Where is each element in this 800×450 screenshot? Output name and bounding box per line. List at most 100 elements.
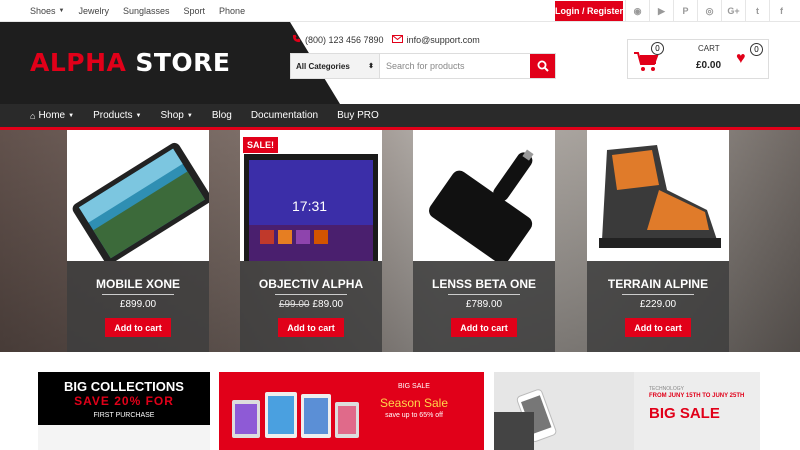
banner-dates: FROM JUNY 15TH TO JUNY 25TH <box>649 393 745 399</box>
product-card[interactable]: MOBILE XONE £899.00 Add to cart <box>67 130 209 352</box>
chevron-down-icon: ▼ <box>186 112 193 119</box>
product-price: £899.00 <box>67 299 209 310</box>
reddit-icon[interactable]: ◉ <box>625 0 649 22</box>
search-button[interactable] <box>530 54 555 78</box>
promo-banner-big-sale[interactable]: TECHNOLOGY FROM JUNY 15TH TO JUNY 25TH B… <box>494 372 760 450</box>
main-nav-list: ⌂ Home ▼ Products ▼ Shop ▼ Blog Documentatio… <box>30 104 398 127</box>
banner-phone-image <box>494 372 634 450</box>
logo-accent-text: ALPHA <box>30 48 127 77</box>
banner-title: BIG SALE <box>649 405 720 422</box>
product-card[interactable]: LENSS BETA ONE £789.00 Add to cart <box>413 130 555 352</box>
search-bar: All Categories ⬍ <box>290 53 556 79</box>
banner-kicker: BIG SALE <box>398 383 430 390</box>
contact-info: (800) 123 456 7890 info@support.com <box>292 34 480 45</box>
chevron-down-icon: ▼ <box>58 8 65 14</box>
top-bar: Shoes ▼ Jewelry Sunglasses Sport Phone Lo… <box>0 0 800 22</box>
clock-text: 17:31 <box>292 198 328 214</box>
banner-title: BIG COLLECTIONS <box>64 379 184 394</box>
nav-item-label: Blog <box>211 110 232 121</box>
wishlist-count-badge: 0 <box>750 43 763 56</box>
banner-subtitle: save up to 65% off <box>385 412 443 419</box>
top-nav-label: Phone <box>219 6 246 16</box>
login-register-button[interactable]: Login / Register <box>555 1 623 21</box>
nav-item-label: Products <box>93 110 133 121</box>
product-card[interactable]: SALE! OBJECTIV ALPHA £99.00 £89.00 Add to… <box>240 130 382 352</box>
product-image[interactable] <box>587 130 729 261</box>
top-nav-shoes[interactable]: Shoes ▼ <box>30 6 64 16</box>
promo-banner-collections[interactable]: BIG COLLECTIONS SAVE 20% FOR FIRST PURCH… <box>38 372 210 450</box>
price-current: £789.00 <box>465 299 503 310</box>
price-current: £89.00 <box>312 299 344 310</box>
sale-badge: SALE! <box>243 137 278 153</box>
nav-item-products[interactable]: Products ▼ <box>93 110 141 121</box>
cart-total: £0.00 <box>696 60 722 71</box>
banner-offer: SAVE 20% FOR <box>74 394 174 408</box>
nav-item-label: Shop <box>160 110 184 121</box>
facebook-icon[interactable]: f <box>769 0 793 22</box>
page: Shoes ▼ Jewelry Sunglasses Sport Phone Lo… <box>0 0 800 450</box>
cart-label: CART <box>698 44 720 53</box>
nav-item-shop[interactable]: Shop ▼ <box>161 110 193 121</box>
chevron-down-icon: ▼ <box>135 112 142 119</box>
logo-main-text: STORE <box>135 48 231 77</box>
top-nav-sunglasses[interactable]: Sunglasses <box>123 6 170 16</box>
chevron-down-icon: ▼ <box>68 112 75 119</box>
hero-product-carousel: MOBILE XONE £899.00 Add to cart SALE! OB… <box>0 130 800 352</box>
email-address[interactable]: info@support.com <box>407 35 480 45</box>
product-price: £789.00 <box>413 299 555 310</box>
main-nav: ⌂ Home ▼ Products ▼ Shop ▼ Blog Documentatio… <box>0 104 800 130</box>
product-name[interactable]: LENSS BETA ONE <box>413 277 555 291</box>
search-icon <box>537 60 549 72</box>
site-logo[interactable]: ALPHA STORE <box>30 48 231 77</box>
nav-item-home[interactable]: ⌂ Home ▼ <box>30 110 74 121</box>
product-name[interactable]: TERRAIN ALPINE <box>587 277 729 291</box>
top-nav-label: Jewelry <box>78 6 109 16</box>
banner-title: Season Sale <box>379 396 449 410</box>
product-name[interactable]: OBJECTIV ALPHA <box>240 277 382 291</box>
product-image[interactable] <box>413 130 555 261</box>
search-input[interactable] <box>380 54 530 78</box>
cart-count-badge: 0 <box>651 42 664 55</box>
product-price: £99.00 £89.00 <box>240 299 382 310</box>
top-nav-sport[interactable]: Sport <box>184 6 206 16</box>
banner-tablets-image <box>232 392 359 438</box>
nav-item-label: Buy PRO <box>337 110 379 121</box>
top-nav-jewelry[interactable]: Jewelry <box>78 6 109 16</box>
top-nav-label: Sunglasses <box>123 6 170 16</box>
add-to-cart-button[interactable]: Add to cart <box>278 318 344 337</box>
category-select[interactable]: All Categories ⬍ <box>291 54 380 78</box>
add-to-cart-button[interactable]: Add to cart <box>105 318 171 337</box>
divider <box>275 294 347 295</box>
up-down-arrows-icon: ⬍ <box>368 63 374 70</box>
google-plus-icon[interactable]: G+ <box>721 0 745 22</box>
nav-item-buy-pro[interactable]: Buy PRO <box>337 110 379 121</box>
pinterest-icon[interactable]: P <box>673 0 697 22</box>
nav-item-blog[interactable]: Blog <box>212 110 232 121</box>
banner-subtitle: FIRST PURCHASE <box>93 412 155 419</box>
heart-icon[interactable]: ♥ <box>736 50 746 68</box>
add-to-cart-button[interactable]: Add to cart <box>625 318 691 337</box>
mini-cart[interactable]: 0 CART £0.00 ♥ 0 <box>627 39 769 79</box>
twitter-icon[interactable]: t <box>745 0 769 22</box>
promo-banners: BIG COLLECTIONS SAVE 20% FOR FIRST PURCH… <box>0 352 800 450</box>
nav-item-label: Documentation <box>250 110 319 121</box>
product-name[interactable]: MOBILE XONE <box>67 277 209 291</box>
cart-icon <box>634 52 660 77</box>
product-card[interactable]: TERRAIN ALPINE £229.00 Add to cart <box>587 130 729 352</box>
category-select-value: All Categories <box>296 61 350 71</box>
home-icon: ⌂ <box>30 110 36 121</box>
youtube-icon[interactable]: ▶ <box>649 0 673 22</box>
instagram-icon[interactable]: ◎ <box>697 0 721 22</box>
nav-item-documentation[interactable]: Documentation <box>251 110 318 121</box>
site-header: ALPHA STORE (800) 123 456 7890 info@suppo… <box>0 22 800 104</box>
product-image[interactable] <box>67 130 209 261</box>
nav-item-label: Home <box>38 110 66 121</box>
banner-devices-image <box>38 425 210 450</box>
divider <box>102 294 174 295</box>
phone-number[interactable]: (800) 123 456 7890 <box>305 35 384 45</box>
top-nav-phone[interactable]: Phone <box>219 6 245 16</box>
banner-kicker: TECHNOLOGY <box>649 386 685 392</box>
divider <box>622 294 694 295</box>
add-to-cart-button[interactable]: Add to cart <box>451 318 517 337</box>
promo-banner-season-sale[interactable]: BIG SALE Season Sale save up to 65% off <box>219 372 484 450</box>
